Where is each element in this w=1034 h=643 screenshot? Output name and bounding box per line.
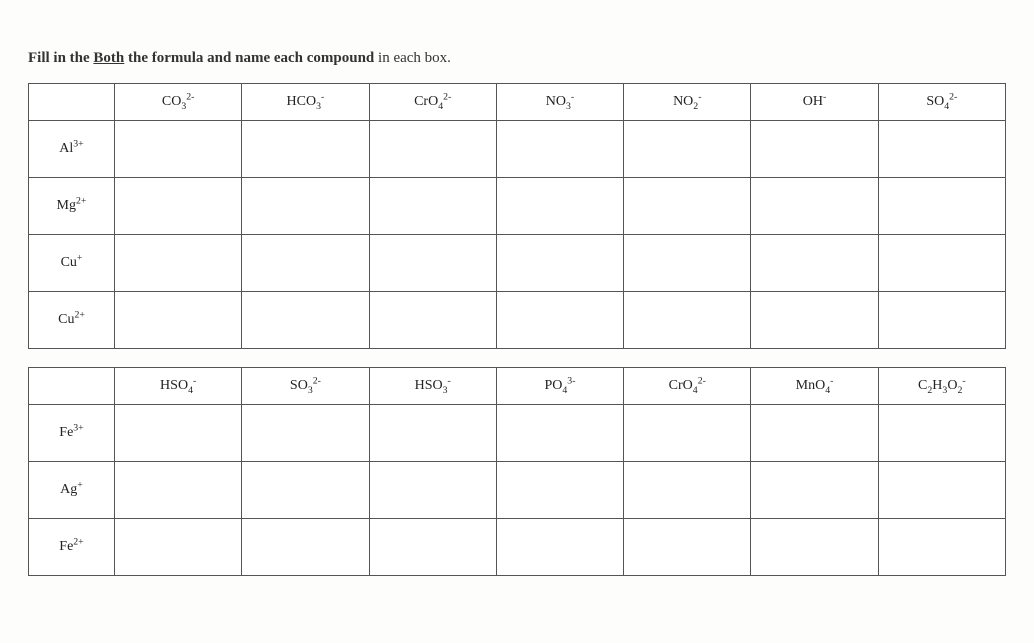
answer-cell[interactable] — [496, 405, 623, 462]
answer-cell[interactable] — [624, 178, 751, 235]
worksheet-page: Fill in the Both the formula and name ea… — [0, 0, 1034, 614]
table-row: Mg2+ — [29, 178, 1006, 235]
answer-cell[interactable] — [496, 519, 623, 576]
cation-header: Fe2+ — [29, 519, 115, 576]
ion-table-1: CO32- HCO3- CrO42- NO3- NO2- OH- SO42- A… — [28, 83, 1006, 349]
table-row: Fe2+ — [29, 519, 1006, 576]
table1-corner-cell — [29, 84, 115, 121]
answer-cell[interactable] — [369, 292, 496, 349]
answer-cell[interactable] — [624, 519, 751, 576]
table-row: Ag+ — [29, 462, 1006, 519]
anion-header: CO32- — [115, 84, 242, 121]
instruction-line: Fill in the Both the formula and name ea… — [28, 50, 1006, 67]
table-row: Cu+ — [29, 235, 1006, 292]
answer-cell[interactable] — [496, 121, 623, 178]
answer-cell[interactable] — [496, 462, 623, 519]
cation-header: Mg2+ — [29, 178, 115, 235]
answer-cell[interactable] — [115, 292, 242, 349]
answer-cell[interactable] — [878, 121, 1005, 178]
instruction-suffix: in each box. — [374, 50, 451, 66]
answer-cell[interactable] — [624, 292, 751, 349]
anion-header: C2H3O2- — [878, 368, 1005, 405]
answer-cell[interactable] — [115, 405, 242, 462]
anion-header: HSO3- — [369, 368, 496, 405]
instruction-underlined: Both — [93, 50, 124, 66]
answer-cell[interactable] — [751, 178, 878, 235]
cation-header: Cu+ — [29, 235, 115, 292]
answer-cell[interactable] — [751, 235, 878, 292]
anion-header: CrO42- — [369, 84, 496, 121]
answer-cell[interactable] — [369, 405, 496, 462]
table2-header-row: HSO4- SO32- HSO3- PO43- CrO42- MnO4- C2H… — [29, 368, 1006, 405]
answer-cell[interactable] — [751, 519, 878, 576]
anion-header: MnO4- — [751, 368, 878, 405]
anion-header: SO32- — [242, 368, 369, 405]
instruction-prefix: Fill in the — [28, 50, 93, 66]
cation-header: Cu2+ — [29, 292, 115, 349]
anion-header: NO3- — [496, 84, 623, 121]
answer-cell[interactable] — [878, 235, 1005, 292]
answer-cell[interactable] — [115, 121, 242, 178]
answer-cell[interactable] — [878, 292, 1005, 349]
answer-cell[interactable] — [242, 121, 369, 178]
answer-cell[interactable] — [624, 235, 751, 292]
answer-cell[interactable] — [242, 405, 369, 462]
table1-header-row: CO32- HCO3- CrO42- NO3- NO2- OH- SO42- — [29, 84, 1006, 121]
anion-header: PO43- — [496, 368, 623, 405]
table-row: Cu2+ — [29, 292, 1006, 349]
anion-header: SO42- — [878, 84, 1005, 121]
answer-cell[interactable] — [369, 519, 496, 576]
answer-cell[interactable] — [115, 178, 242, 235]
answer-cell[interactable] — [878, 178, 1005, 235]
answer-cell[interactable] — [369, 462, 496, 519]
table2-corner-cell — [29, 368, 115, 405]
answer-cell[interactable] — [496, 178, 623, 235]
cation-header: Fe3+ — [29, 405, 115, 462]
instruction-middle: the formula and name each compound — [124, 50, 374, 66]
answer-cell[interactable] — [751, 462, 878, 519]
answer-cell[interactable] — [369, 121, 496, 178]
anion-header: HCO3- — [242, 84, 369, 121]
table-row: Fe3+ — [29, 405, 1006, 462]
answer-cell[interactable] — [496, 292, 623, 349]
answer-cell[interactable] — [624, 405, 751, 462]
answer-cell[interactable] — [242, 462, 369, 519]
answer-cell[interactable] — [751, 292, 878, 349]
table-row: Al3+ — [29, 121, 1006, 178]
answer-cell[interactable] — [115, 462, 242, 519]
answer-cell[interactable] — [624, 121, 751, 178]
answer-cell[interactable] — [242, 235, 369, 292]
answer-cell[interactable] — [242, 292, 369, 349]
answer-cell[interactable] — [624, 462, 751, 519]
cation-header: Al3+ — [29, 121, 115, 178]
answer-cell[interactable] — [496, 235, 623, 292]
answer-cell[interactable] — [878, 462, 1005, 519]
answer-cell[interactable] — [878, 519, 1005, 576]
answer-cell[interactable] — [242, 178, 369, 235]
cation-header: Ag+ — [29, 462, 115, 519]
answer-cell[interactable] — [369, 235, 496, 292]
answer-cell[interactable] — [369, 178, 496, 235]
anion-header: OH- — [751, 84, 878, 121]
answer-cell[interactable] — [878, 405, 1005, 462]
anion-header: HSO4- — [115, 368, 242, 405]
answer-cell[interactable] — [242, 519, 369, 576]
anion-header: NO2- — [624, 84, 751, 121]
answer-cell[interactable] — [115, 519, 242, 576]
ion-table-2: HSO4- SO32- HSO3- PO43- CrO42- MnO4- C2H… — [28, 367, 1006, 576]
anion-header: CrO42- — [624, 368, 751, 405]
answer-cell[interactable] — [751, 121, 878, 178]
answer-cell[interactable] — [751, 405, 878, 462]
answer-cell[interactable] — [115, 235, 242, 292]
